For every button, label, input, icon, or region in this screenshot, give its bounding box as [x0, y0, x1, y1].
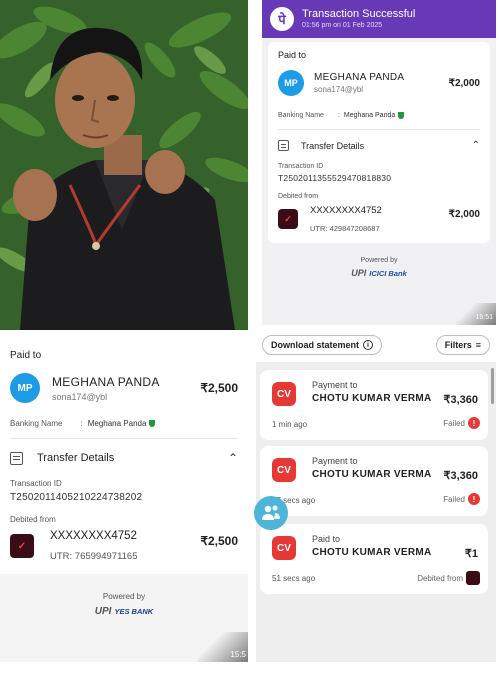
utr-number: UTR: 765994971165 — [50, 551, 138, 562]
debit-amount: ₹2,500 — [200, 534, 238, 548]
contacts-icon — [262, 505, 280, 520]
payee-avatar: CV — [272, 458, 296, 482]
download-statement-button[interactable]: Download statement i — [262, 335, 383, 355]
history-item[interactable]: CV Payment to CHOTU KUMAR VERMA ₹3,360 5… — [260, 446, 488, 516]
powered-by-label: Powered by — [360, 257, 398, 264]
shield-check-icon — [149, 420, 156, 427]
transaction-id-value: T2502011405210224738202 — [10, 492, 143, 503]
payee-name: CHOTU KUMAR VERMA — [312, 469, 432, 480]
powered-by-section: Powered by UPI YES BANK — [0, 592, 248, 617]
contacts-button[interactable] — [254, 496, 288, 530]
bank-name: YES BANK — [114, 607, 154, 616]
banking-name-separator: : — [337, 112, 340, 119]
chevron-up-icon[interactable]: ⌃ — [472, 140, 480, 151]
screenshot-time: 15:51 — [456, 303, 496, 325]
powered-by-label: Powered by — [102, 592, 146, 601]
transfer-details-toggle[interactable]: Transfer Details ⌃ — [278, 140, 480, 151]
profile-photo — [0, 0, 248, 330]
success-header: पे Transaction Successful 01:56 pm on 01… — [262, 0, 496, 38]
payee-name: CHOTU KUMAR VERMA — [312, 547, 432, 558]
transaction-amount: ₹3,360 — [443, 470, 478, 482]
failed-exclamation-icon: ! — [468, 493, 480, 505]
debited-from-label: Debited from — [278, 193, 319, 200]
bank-logo-icon: ✓ — [278, 209, 298, 229]
document-list-icon — [278, 140, 289, 151]
filter-lines-icon: ≡ — [475, 340, 481, 350]
screenshot-time: 15:5 — [198, 632, 248, 662]
bank-logo-icon: ✓ — [10, 534, 34, 558]
debit-amount: ₹2,000 — [448, 209, 480, 220]
document-list-icon — [10, 451, 23, 465]
transaction-id-label: Transaction ID — [10, 479, 62, 488]
transaction-status: Failed ! — [443, 493, 480, 505]
history-toolbar: Download statement i Filters ≡ — [256, 328, 496, 362]
payee-name: MEGHANA PANDA — [52, 374, 160, 389]
avatar: MP — [10, 373, 40, 403]
transaction-receipt-yes: Paid to MP MEGHANA PANDA sona174@ybl ₹2,… — [0, 340, 248, 662]
transaction-receipt-icici: पे Transaction Successful 01:56 pm on 01… — [262, 0, 496, 325]
powered-by-section: Powered by UPI ICICI Bank — [262, 257, 496, 278]
debited-from-label: Debited from — [10, 515, 56, 524]
transaction-type: Paid to — [312, 534, 341, 544]
transaction-history: Download statement i Filters ≡ CV Paymen… — [256, 328, 496, 662]
banking-name-label: Banking Name — [10, 419, 63, 428]
history-item[interactable]: CV Payment to CHOTU KUMAR VERMA ₹3,360 1… — [260, 370, 488, 440]
paid-to-label: Paid to — [278, 50, 307, 60]
phonepe-logo-icon: पे — [270, 7, 294, 31]
transaction-time: 1 min ago — [272, 420, 308, 429]
upi-logo: UPI — [351, 268, 367, 278]
banking-name-separator: : — [80, 419, 83, 428]
payee-upi-id: sona174@ybl — [314, 85, 364, 94]
history-item[interactable]: CV Paid to CHOTU KUMAR VERMA ₹1 51 secs … — [260, 524, 488, 594]
payee-name: MEGHANA PANDA — [314, 72, 405, 83]
payee-upi-id: sona174@ybl — [52, 391, 108, 402]
transaction-status: Failed ! — [443, 417, 480, 429]
portrait-image — [0, 0, 248, 330]
banking-name-value: Meghana Panda — [343, 112, 396, 119]
filters-button[interactable]: Filters ≡ — [435, 335, 490, 355]
transaction-id-label: Transaction ID — [278, 163, 324, 170]
transaction-type: Payment to — [312, 380, 358, 390]
paid-amount: ₹2,500 — [200, 381, 238, 395]
shield-check-icon — [398, 112, 405, 119]
failed-exclamation-icon: ! — [468, 417, 480, 429]
utr-number: UTR: 429847208687 — [310, 224, 380, 233]
transfer-details-label: Transfer Details — [301, 140, 365, 151]
chevron-up-icon[interactable]: ⌃ — [228, 451, 238, 465]
paid-to-card: Paid to MP MEGHANA PANDA sona174@ybl ₹2,… — [268, 42, 490, 243]
transaction-id-value: T2502011355529470818830 — [278, 173, 392, 183]
upi-logo: UPI — [94, 606, 112, 617]
paid-to-card: Paid to MP MEGHANA PANDA sona174@ybl ₹2,… — [0, 340, 248, 574]
scrollbar[interactable] — [491, 368, 494, 404]
account-number: XXXXXXXX4752 — [310, 205, 382, 216]
status-text: Debited from — [417, 573, 463, 583]
banking-name-label: Banking Name — [278, 112, 324, 119]
transaction-amount: ₹1 — [464, 548, 478, 560]
filters-label: Filters — [444, 340, 472, 350]
info-circle-icon: i — [363, 340, 374, 350]
transaction-type: Payment to — [312, 456, 358, 466]
account-number: XXXXXXXX4752 — [50, 530, 137, 542]
download-statement-label: Download statement — [271, 340, 360, 350]
transaction-time: 51 secs ago — [272, 574, 316, 583]
avatar: MP — [278, 70, 304, 96]
status-text: Failed — [443, 494, 465, 504]
payee-avatar: CV — [272, 382, 296, 406]
bank-logo-icon — [466, 571, 480, 585]
transaction-amount: ₹3,360 — [443, 394, 478, 406]
header-timestamp: 01:56 pm on 01 Feb 2025 — [302, 22, 383, 29]
bank-name: ICICI Bank — [369, 268, 407, 278]
transaction-status: Debited from — [417, 571, 480, 585]
banking-name-value: Meghana Panda — [87, 419, 147, 428]
payee-name: CHOTU KUMAR VERMA — [312, 393, 432, 404]
payee-avatar: CV — [272, 536, 296, 560]
status-text: Failed — [443, 418, 465, 428]
transfer-details-toggle[interactable]: Transfer Details ⌃ — [10, 451, 238, 465]
paid-amount: ₹2,000 — [448, 77, 480, 89]
paid-to-label: Paid to — [10, 350, 42, 361]
header-title: Transaction Successful — [302, 8, 416, 20]
transfer-details-label: Transfer Details — [37, 452, 115, 464]
